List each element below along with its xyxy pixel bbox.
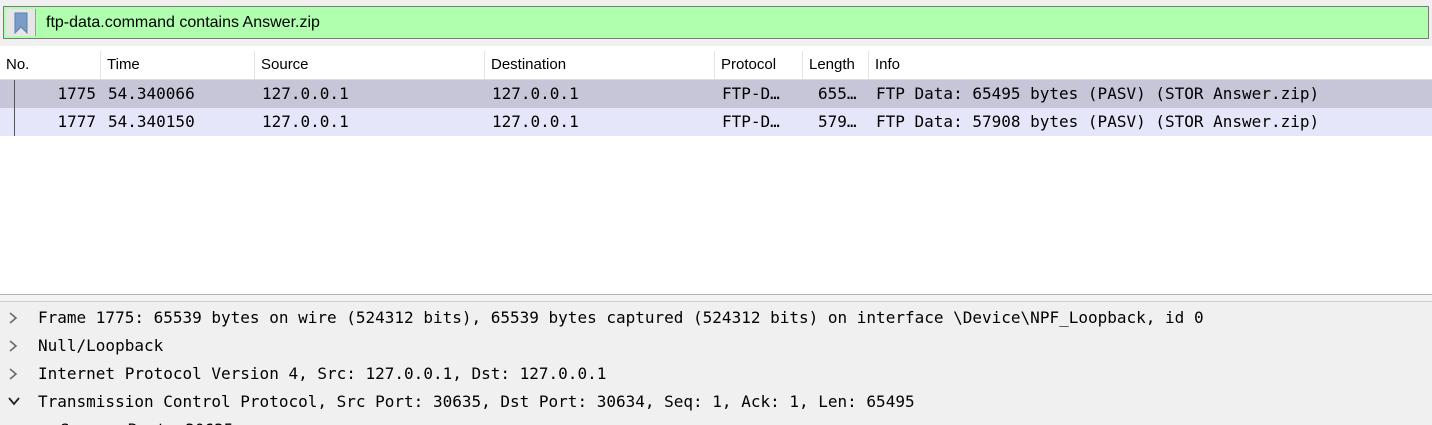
packet-no: 1777 [57,112,96,131]
column-header-info[interactable]: Info [869,51,1432,79]
packet-row[interactable]: 1777 54.340150 127.0.0.1 127.0.0.1 FTP-D… [0,108,1432,136]
display-filter-text: ftp-data.command contains Answer.zip [46,14,320,31]
chevron-down-icon[interactable] [8,388,24,416]
detail-item-label: Frame 1775: 65539 bytes on wire (524312 … [38,308,1204,327]
packet-destination: 127.0.0.1 [492,112,579,131]
packet-destination: 127.0.0.1 [492,84,579,103]
packet-info: FTP Data: 57908 bytes (PASV) (STOR Answe… [876,112,1320,131]
chevron-right-icon[interactable] [8,332,24,360]
packet-no: 1775 [57,84,96,103]
pane-splitter[interactable] [0,294,1432,302]
column-header-no[interactable]: No. [0,51,101,79]
packet-source: 127.0.0.1 [262,112,349,131]
packet-list-header: No. Time Source Destination Protocol Len… [0,51,1432,80]
column-header-source[interactable]: Source [255,51,485,79]
packet-source: 127.0.0.1 [262,84,349,103]
packet-length: 579… [818,112,857,131]
packet-time: 54.340066 [108,84,195,103]
chevron-right-icon[interactable] [8,360,24,388]
display-filter-input[interactable]: ftp-data.command contains Answer.zip [3,6,1429,39]
packet-list-pane: No. Time Source Destination Protocol Len… [0,46,1432,294]
packet-time: 54.340150 [108,112,195,131]
packet-protocol: FTP-D… [722,84,780,103]
packet-info: FTP Data: 65495 bytes (PASV) (STOR Answe… [876,84,1320,103]
column-header-length[interactable]: Length [803,51,869,79]
packet-length: 655… [818,84,857,103]
detail-item-label: Null/Loopback [38,336,164,355]
packet-row[interactable]: 1775 54.340066 127.0.0.1 127.0.0.1 FTP-D… [0,80,1432,108]
detail-item-source-port[interactable]: Source Port: 30635 [0,416,1432,425]
detail-item-label: Transmission Control Protocol, Src Port:… [38,392,915,411]
chevron-right-icon[interactable] [8,304,24,332]
packet-protocol: FTP-D… [722,112,780,131]
detail-item-frame[interactable]: Frame 1775: 65539 bytes on wire (524312 … [0,304,1432,332]
detail-item-null-loopback[interactable]: Null/Loopback [0,332,1432,360]
display-filter-toolbar: ftp-data.command contains Answer.zip [0,0,1432,47]
column-header-protocol[interactable]: Protocol [715,51,803,79]
conversation-line [14,80,15,136]
detail-item-label: Source Port: 30635 [60,416,233,425]
packet-details-pane: Frame 1775: 65539 bytes on wire (524312 … [0,302,1432,425]
detail-item-tcp[interactable]: Transmission Control Protocol, Src Port:… [0,388,1432,416]
detail-item-ipv4[interactable]: Internet Protocol Version 4, Src: 127.0.… [0,360,1432,388]
detail-item-label: Internet Protocol Version 4, Src: 127.0.… [38,364,607,383]
column-header-destination[interactable]: Destination [485,51,715,79]
filter-bookmark-button[interactable] [6,9,36,36]
column-header-time[interactable]: Time [101,51,255,79]
